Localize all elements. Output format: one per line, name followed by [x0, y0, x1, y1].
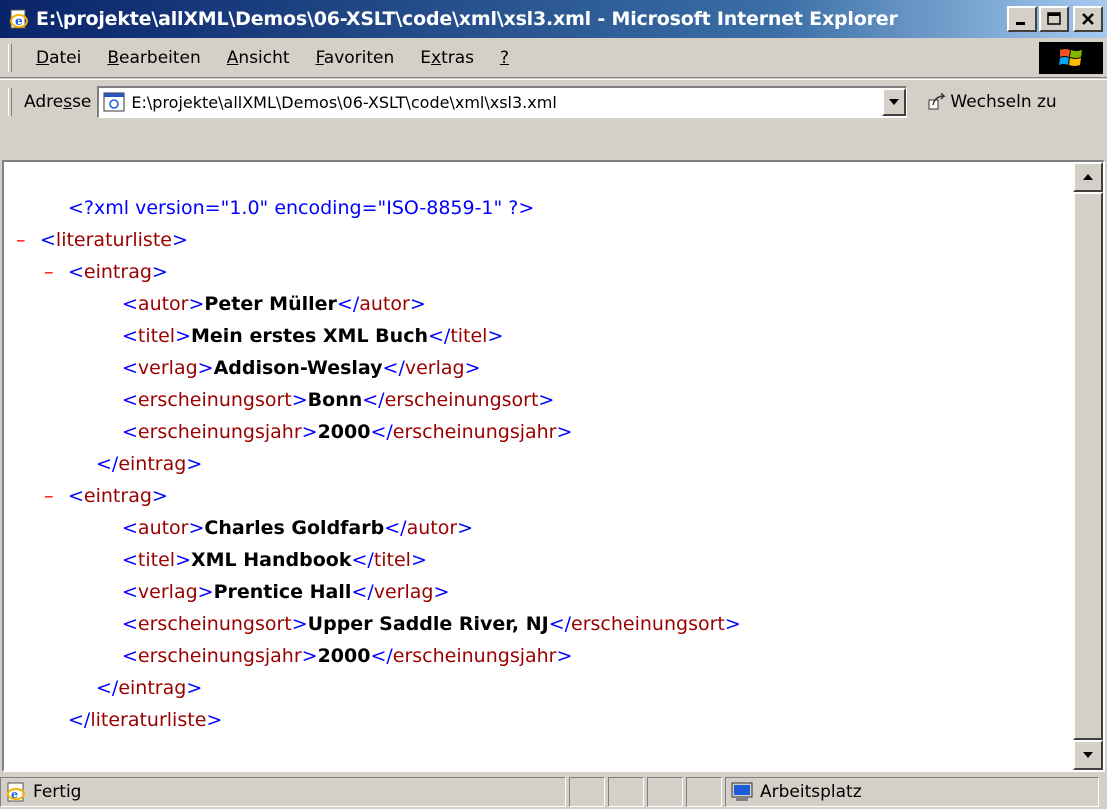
address-value: E:\projekte\allXML\Demos\06-XSLT\code\xm… [131, 92, 557, 112]
collapse-toggle-entry-1[interactable]: – [44, 256, 54, 288]
address-dropdown-button[interactable] [882, 88, 907, 116]
computer-icon [731, 782, 753, 801]
root-tag-name: literaturliste [55, 229, 172, 251]
close-button[interactable] [1073, 6, 1103, 32]
collapse-toggle-entry-2[interactable]: – [44, 480, 54, 512]
svg-text:e: e [15, 14, 23, 28]
address-input[interactable]: E:\projekte\allXML\Demos\06-XSLT\code\xm… [97, 85, 908, 118]
scroll-up-button[interactable] [1073, 162, 1103, 192]
scrollbar-thumb[interactable] [1073, 192, 1103, 740]
field-line: <autor>Peter Müller</autor> [122, 293, 426, 315]
field-value: Peter Müller [204, 293, 337, 315]
status-bar: e Fertig Arbeitsplatz [0, 775, 1107, 809]
windows-logo [1039, 42, 1103, 74]
entry-open-line: – <eintrag> [4, 480, 1077, 512]
collapse-toggle-root[interactable]: – [16, 224, 26, 256]
content-frame: <?xml version="1.0" encoding="ISO-8859-1… [2, 160, 1105, 772]
address-bar: Adresse E:\projekte\allXML\Demos\06-XSLT… [0, 79, 1107, 123]
field-line: <verlag>Prentice Hall</verlag> [122, 581, 450, 603]
toolbar-grip[interactable] [8, 43, 12, 72]
windows-flag-icon [1059, 49, 1082, 66]
status-text-pane: e Fertig [0, 777, 566, 807]
entry-open-line: – <eintrag> [4, 256, 1077, 288]
maximize-button[interactable] [1039, 6, 1069, 32]
field-value: Charles Goldfarb [204, 517, 385, 539]
menu-help[interactable]: ? [488, 48, 523, 68]
status-zone-pane: Arbeitsplatz [725, 777, 1099, 807]
menu-datei[interactable]: Datei [24, 48, 95, 68]
xml-page-icon [103, 92, 125, 112]
menu-favoriten[interactable]: Favoriten [304, 48, 409, 68]
menu-ansicht[interactable]: Ansicht [215, 48, 304, 68]
window-controls [1007, 6, 1103, 32]
scroll-down-button[interactable] [1073, 740, 1103, 770]
status-zone: Arbeitsplatz [760, 782, 862, 802]
window-title: E:\projekte\allXML\Demos\06-XSLT\code\xm… [36, 8, 898, 30]
vertical-scrollbar[interactable] [1073, 162, 1103, 770]
menu-bar: Datei Bearbeiten Ansicht Favoriten Extra… [0, 38, 1107, 78]
go-arrow-icon [928, 92, 947, 109]
menu-bearbeiten[interactable]: Bearbeiten [95, 48, 214, 68]
entry-close-line: </eintrag> [96, 453, 203, 475]
field-line: <autor>Charles Goldfarb</autor> [122, 517, 474, 539]
field-line: <erscheinungsjahr>2000</erscheinungsjahr… [122, 421, 573, 443]
field-value: Prentice Hall [213, 581, 352, 603]
maximize-icon [1047, 12, 1061, 25]
field-value: Bonn [307, 389, 363, 411]
close-icon [1082, 13, 1094, 25]
field-line: <erscheinungsort>Upper Saddle River, NJ<… [122, 613, 741, 635]
field-value: Mein erstes XML Buch [191, 325, 428, 347]
field-value: 2000 [317, 421, 371, 443]
status-pane [608, 777, 644, 807]
minimize-icon [1016, 22, 1025, 25]
status-text: Fertig [33, 782, 82, 802]
xml-declaration-line: <?xml version="1.0" encoding="ISO-8859-1… [4, 192, 1077, 224]
field-value: XML Handbook [191, 549, 352, 571]
field-line: <erscheinungsjahr>2000</erscheinungsjahr… [122, 645, 573, 667]
xml-document-view[interactable]: <?xml version="1.0" encoding="ISO-8859-1… [4, 162, 1077, 770]
status-pane [569, 777, 605, 807]
field-line: <verlag>Addison-Weslay</verlag> [122, 357, 481, 379]
field-value: Addison-Weslay [213, 357, 383, 379]
address-label: Adresse [24, 91, 92, 112]
status-pane [686, 777, 722, 807]
menu-extras[interactable]: Extras [408, 48, 488, 68]
field-value: Upper Saddle River, NJ [307, 613, 549, 635]
root-close-line: </literaturliste> [68, 709, 223, 731]
root-open-line: – <literaturliste> [4, 224, 1077, 256]
minimize-button[interactable] [1007, 6, 1037, 32]
ie-document-icon[interactable]: e [8, 8, 30, 30]
field-line: <erscheinungsort>Bonn</erscheinungsort> [122, 389, 555, 411]
field-line: <titel>Mein erstes XML Buch</titel> [122, 325, 504, 347]
field-line: <titel>XML Handbook</titel> [122, 549, 427, 571]
status-pane [647, 777, 683, 807]
svg-text:e: e [11, 788, 18, 801]
ie-page-icon: e [7, 782, 25, 802]
field-value: 2000 [317, 645, 371, 667]
chevron-up-icon [1083, 174, 1093, 180]
title-bar[interactable]: e E:\projekte\allXML\Demos\06-XSLT\code\… [0, 0, 1107, 38]
entry-close-line: </eintrag> [96, 677, 203, 699]
address-grip[interactable] [8, 87, 12, 116]
chevron-down-icon [1083, 752, 1093, 758]
chevron-down-icon [889, 99, 900, 105]
go-button[interactable]: Wechseln zu [927, 92, 1057, 112]
xml-declaration: <?xml version="1.0" encoding="ISO-8859-1… [68, 197, 535, 219]
